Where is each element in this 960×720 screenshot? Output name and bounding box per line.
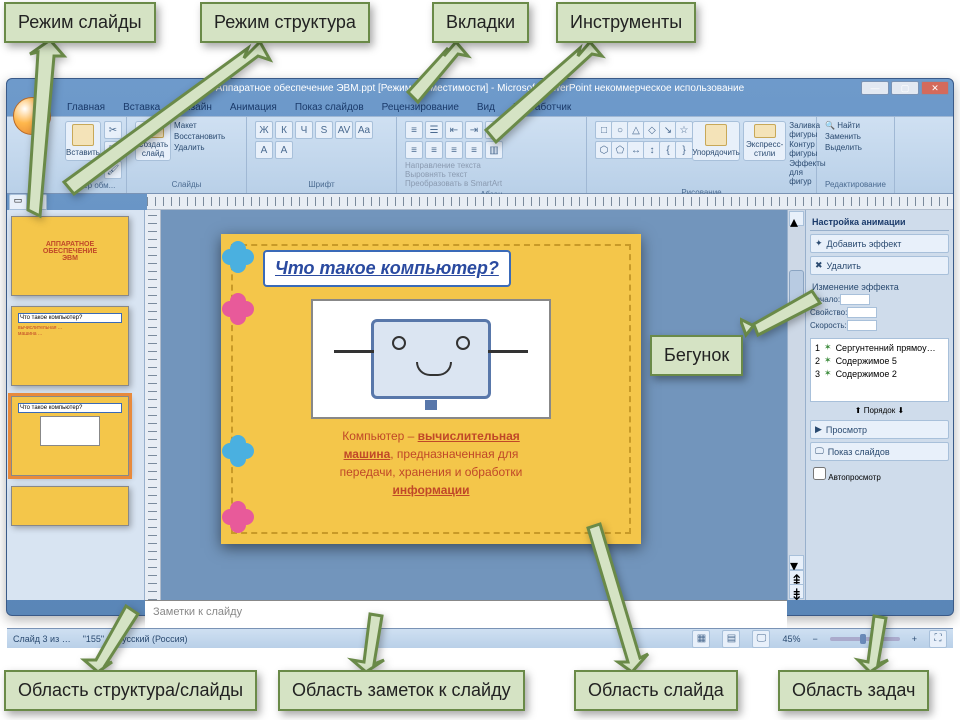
thumb-3[interactable]: 3 Что такое компьютер? bbox=[11, 396, 129, 476]
callout-slider: Бегунок bbox=[650, 335, 743, 376]
styles-icon bbox=[754, 124, 776, 138]
slides-panel: 1 АППАРАТНОЕОБЕСПЕЧЕНИЕЭВМ 2 Что такое к… bbox=[7, 210, 145, 600]
callout-slide-area: Область слайда bbox=[574, 670, 738, 711]
effect-icon: ✶ bbox=[824, 355, 832, 366]
play-button[interactable]: ▶Просмотр bbox=[810, 420, 949, 439]
zoom-value: 45% bbox=[782, 634, 800, 644]
scroll-up-icon[interactable]: ▴ bbox=[789, 211, 804, 226]
prev-slide-icon[interactable]: ⇞ bbox=[789, 570, 804, 585]
ruler-vertical bbox=[145, 210, 161, 600]
vertical-scrollbar[interactable]: ▴ ▾ ⇞ ⇟ bbox=[787, 210, 805, 600]
list-item[interactable]: 3 ✶Содержимое 2 bbox=[813, 367, 946, 380]
replace-button[interactable]: Заменить bbox=[825, 132, 861, 141]
animation-list[interactable]: 1 ✶Сергунтенний прямоу… 2 ✶Содержимое 5 … bbox=[810, 338, 949, 402]
callout-outline-area: Область структура/слайды bbox=[4, 670, 257, 711]
align-center-icon[interactable]: ≡ bbox=[425, 141, 443, 159]
thumb-4[interactable]: 4 bbox=[11, 486, 129, 526]
quick-styles-button[interactable]: Экспресс-стили bbox=[743, 121, 786, 161]
numbering-icon[interactable]: ☰ bbox=[425, 121, 443, 139]
arrange-button[interactable]: Упорядочить bbox=[692, 121, 740, 161]
fit-icon[interactable]: ⛶ bbox=[929, 630, 947, 648]
task-pane: Настройка анимации ✦Добавить эффект ✖Уда… bbox=[805, 210, 953, 600]
arrange-icon bbox=[705, 124, 727, 146]
add-effect-button[interactable]: ✦Добавить эффект bbox=[810, 234, 949, 253]
callout-tools: Инструменты bbox=[556, 2, 696, 43]
strike-icon[interactable]: S bbox=[315, 121, 333, 139]
autopreview-checkbox[interactable] bbox=[813, 467, 826, 480]
view-sorter-icon[interactable]: ▤ bbox=[722, 630, 740, 648]
delete-icon: ✖ bbox=[815, 260, 823, 271]
list-item[interactable]: 1 ✶Сергунтенний прямоу… bbox=[813, 341, 946, 354]
taskpane-title: Настройка анимации bbox=[810, 214, 949, 231]
slide[interactable]: Что такое компьютер? Компьютер – вычисли… bbox=[221, 234, 641, 544]
slide-canvas: Что такое компьютер? Компьютер – вычисли… bbox=[161, 210, 787, 600]
underline-icon[interactable]: Ч bbox=[295, 121, 313, 139]
case-icon[interactable]: Aa bbox=[355, 121, 373, 139]
list-item[interactable]: 2 ✶Содержимое 5 bbox=[813, 354, 946, 367]
play-icon: ▶ bbox=[815, 424, 822, 435]
bullets-icon[interactable]: ≡ bbox=[405, 121, 423, 139]
notes-pane[interactable]: Заметки к слайду bbox=[145, 600, 787, 628]
indent-dec-icon[interactable]: ⇤ bbox=[445, 121, 463, 139]
speed-select[interactable] bbox=[847, 320, 877, 331]
spacing-icon[interactable]: AV bbox=[335, 121, 353, 139]
thumb-2[interactable]: 2 Что такое компьютер? вычислительная ..… bbox=[11, 306, 129, 386]
tab-show[interactable]: Показ слайдов bbox=[295, 102, 364, 113]
close-button[interactable]: ✕ bbox=[921, 81, 949, 95]
star-icon: ✦ bbox=[815, 238, 823, 249]
zoom-in-icon[interactable]: + bbox=[912, 634, 917, 644]
slide-body-text[interactable]: Компьютер – вычислительная машина, предн… bbox=[235, 427, 627, 499]
find-button[interactable]: 🔍 Найти bbox=[825, 121, 860, 130]
select-button[interactable]: Выделить bbox=[825, 143, 862, 152]
slideshow-button[interactable]: 🖵Показ слайдов bbox=[810, 442, 949, 461]
status-slide: Слайд 3 из … bbox=[13, 634, 71, 644]
remove-effect-button[interactable]: ✖Удалить bbox=[810, 256, 949, 275]
callout-slidemode: Режим слайды bbox=[4, 2, 156, 43]
slide-title[interactable]: Что такое компьютер? bbox=[275, 258, 499, 278]
start-select[interactable] bbox=[840, 294, 870, 305]
max-button[interactable]: ▢ bbox=[891, 81, 919, 95]
computer-icon bbox=[371, 319, 491, 399]
min-button[interactable]: — bbox=[861, 81, 889, 95]
next-slide-icon[interactable]: ⇟ bbox=[789, 584, 804, 599]
view-slideshow-icon[interactable]: 🖵 bbox=[752, 630, 770, 648]
slide-image[interactable] bbox=[311, 299, 551, 419]
scroll-down-icon[interactable]: ▾ bbox=[789, 555, 804, 570]
prop-select[interactable] bbox=[847, 307, 877, 318]
align-left-icon[interactable]: ≡ bbox=[405, 141, 423, 159]
align-right-icon[interactable]: ≡ bbox=[445, 141, 463, 159]
effect-icon: ✶ bbox=[824, 368, 832, 379]
callout-outlinemode: Режим структура bbox=[200, 2, 370, 43]
callout-tabs: Вкладки bbox=[432, 2, 529, 43]
callout-notes-area: Область заметок к слайду bbox=[278, 670, 525, 711]
zoom-out-icon[interactable]: − bbox=[812, 634, 817, 644]
slideshow-icon: 🖵 bbox=[815, 446, 824, 457]
callout-task-area: Область задач bbox=[778, 670, 929, 711]
view-normal-icon[interactable]: ▦ bbox=[692, 630, 710, 648]
